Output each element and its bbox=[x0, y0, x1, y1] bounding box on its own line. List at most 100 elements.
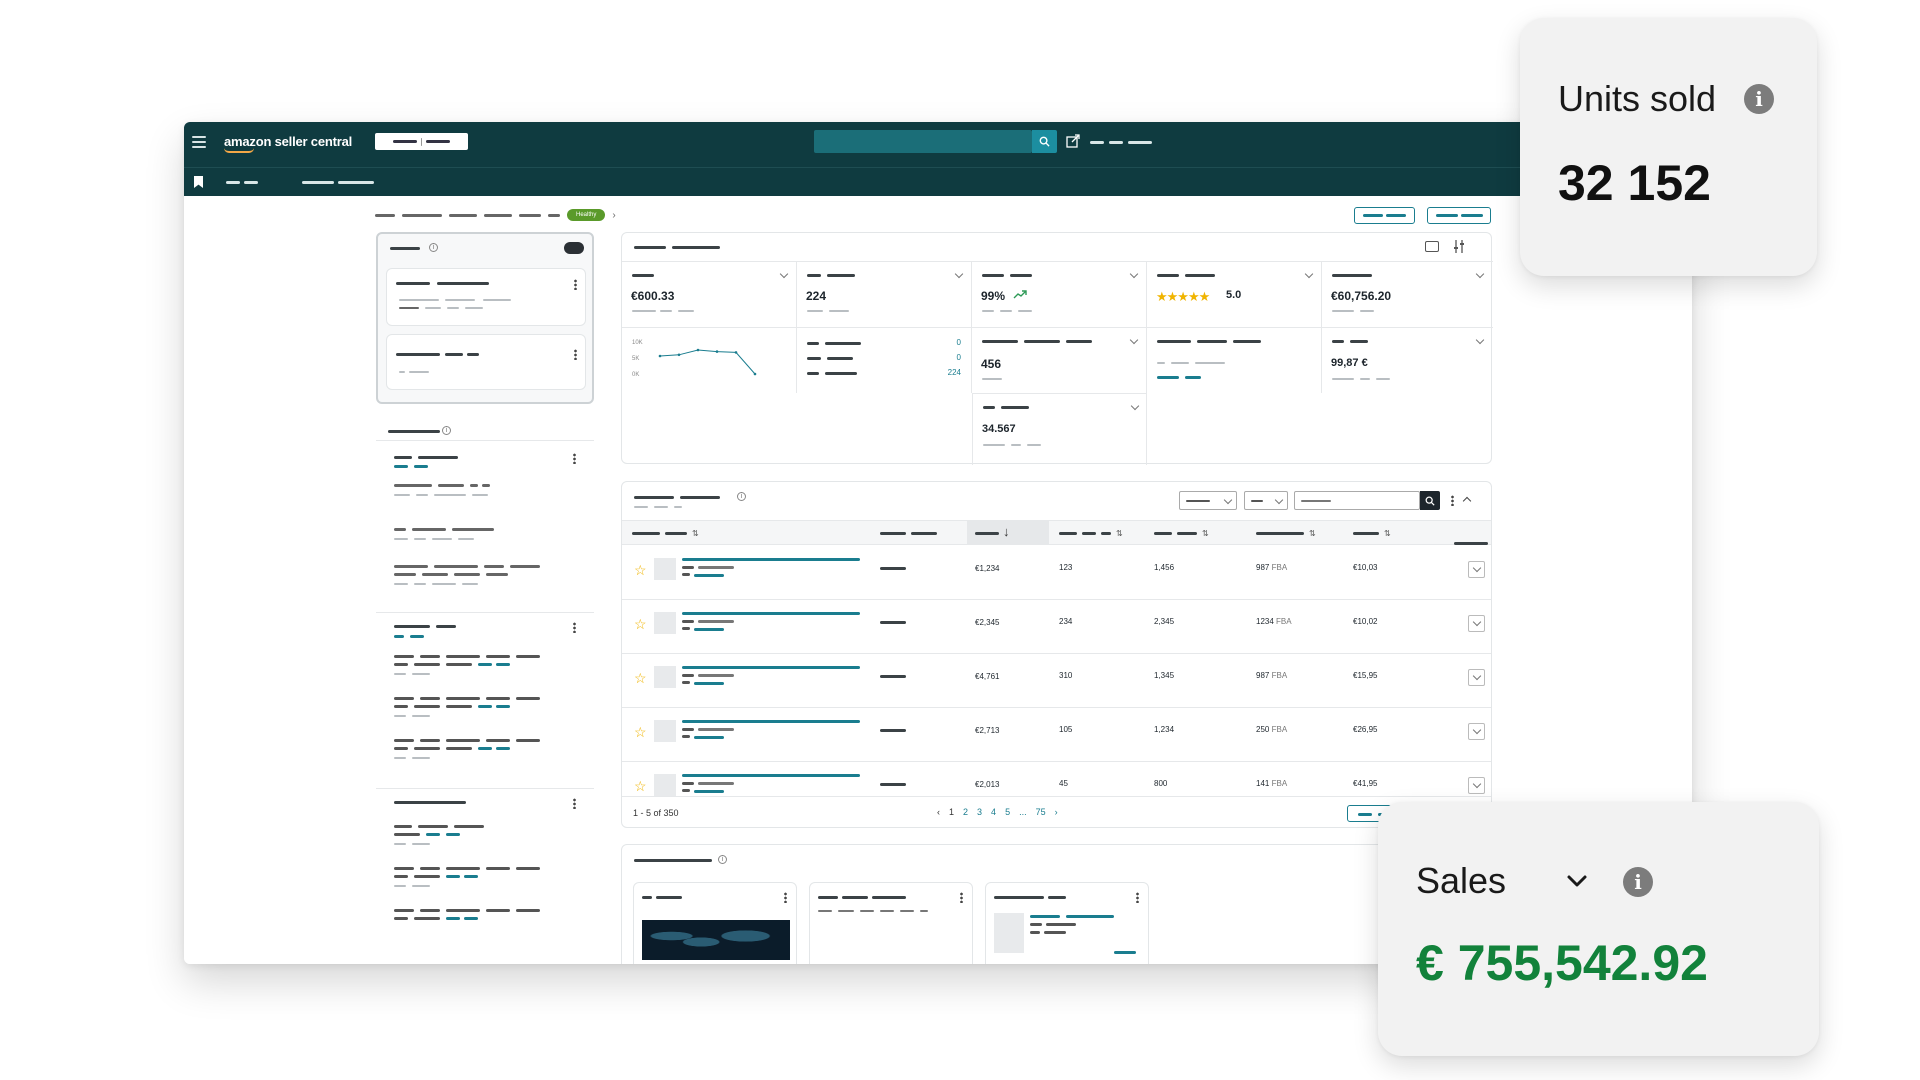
column-header-sales[interactable]: ⇅ bbox=[1154, 530, 1209, 538]
left-panel-card-top: i bbox=[376, 232, 594, 404]
more-options-icon[interactable] bbox=[573, 798, 576, 809]
product-thumbnail bbox=[654, 774, 676, 796]
more-options-icon[interactable] bbox=[574, 349, 577, 360]
kpi-tile-rate[interactable]: 99% bbox=[972, 261, 1147, 327]
info-icon[interactable]: i bbox=[1744, 84, 1774, 114]
kpi-tile-trend[interactable] bbox=[1147, 327, 1322, 393]
row-expand-button[interactable] bbox=[1468, 669, 1485, 686]
health-badge: Healthy bbox=[567, 209, 606, 221]
bookmark-link-1[interactable] bbox=[226, 181, 258, 184]
column-header-stock[interactable]: ⇅ bbox=[1256, 530, 1316, 538]
pagination-page[interactable]: 3 bbox=[977, 807, 982, 817]
bottom-card-map[interactable] bbox=[633, 882, 797, 964]
kpi-panel: €600.33 224 99% ★★★★★ 5.0 €60,756.20 10K… bbox=[621, 232, 1493, 465]
kpi-tile-sales-chart[interactable]: 10K 5K 0K bbox=[622, 327, 797, 393]
sales-card: Sales i € 755,542.92 bbox=[1378, 802, 1819, 1056]
series-line bbox=[659, 349, 756, 375]
pagination-ellipsis[interactable]: ... bbox=[1019, 807, 1027, 817]
kpi-tile-orders[interactable]: 224 bbox=[797, 261, 972, 327]
kpi-tile-views[interactable]: 34.567 bbox=[972, 393, 1147, 465]
favorite-star-icon[interactable]: ☆ bbox=[634, 562, 647, 579]
row-expand-button[interactable] bbox=[1468, 777, 1485, 794]
favorite-star-icon[interactable]: ☆ bbox=[634, 670, 647, 687]
bottom-card-list[interactable] bbox=[809, 882, 973, 964]
search-button[interactable] bbox=[1032, 130, 1057, 153]
table-search-input[interactable] bbox=[1294, 491, 1420, 510]
header-action-button-2[interactable] bbox=[1427, 207, 1491, 224]
info-icon[interactable]: i bbox=[737, 492, 746, 501]
left-list-item[interactable] bbox=[376, 440, 594, 590]
chevron-down-icon[interactable] bbox=[1566, 874, 1588, 888]
layout-toggle-icon[interactable] bbox=[1425, 241, 1439, 252]
fee-cell: €10,03 bbox=[1353, 563, 1378, 572]
left-list-item[interactable] bbox=[386, 334, 586, 390]
column-header-qty[interactable]: ⇅ bbox=[1059, 530, 1123, 538]
left-list-item[interactable] bbox=[376, 788, 594, 964]
pagination-prev-icon[interactable]: ‹ bbox=[937, 807, 940, 817]
column-header-fee[interactable]: ⇅ bbox=[1353, 530, 1391, 538]
row-expand-button[interactable] bbox=[1468, 615, 1485, 632]
filter-dropdown-1[interactable] bbox=[1179, 491, 1237, 510]
pagination-page[interactable]: 1 bbox=[949, 807, 954, 817]
collapse-icon[interactable] bbox=[1462, 496, 1472, 506]
row-expand-button[interactable] bbox=[1468, 723, 1485, 740]
app-logo[interactable]: amazon seller central bbox=[224, 134, 352, 153]
pagination-page[interactable]: 4 bbox=[991, 807, 996, 817]
menu-icon[interactable] bbox=[192, 136, 206, 148]
kpi-tile-sales[interactable]: €600.33 bbox=[622, 261, 797, 327]
table-row[interactable]: ☆ €4,761 310 1,345 987 FBA €15,95 bbox=[622, 654, 1491, 708]
table-row[interactable]: ☆ €2,345 234 2,345 1234 FBA €10,02 bbox=[622, 600, 1491, 654]
info-icon[interactable]: i bbox=[1623, 867, 1653, 897]
filter-dropdown-2[interactable] bbox=[1244, 491, 1288, 510]
kpi-tile-counts[interactable]: 0 0 224 bbox=[797, 327, 972, 393]
bookmark-link-2[interactable] bbox=[302, 181, 374, 184]
pagination-page[interactable]: 75 bbox=[1036, 807, 1046, 817]
kpi-tile-revenue[interactable]: €60,756.20 bbox=[1322, 261, 1493, 327]
stock-tag: FBA bbox=[1271, 725, 1288, 734]
more-options-icon[interactable] bbox=[574, 279, 577, 290]
more-options-icon[interactable] bbox=[1451, 495, 1454, 506]
table-body: ☆ €1,234 123 1,456 987 FBA €10,03 ☆ €2,345 234 2,… bbox=[622, 546, 1491, 796]
info-icon[interactable]: i bbox=[718, 855, 727, 864]
search-input[interactable] bbox=[814, 130, 1032, 153]
pagination-page[interactable]: 2 bbox=[963, 807, 968, 817]
left-list-item[interactable] bbox=[386, 268, 586, 326]
more-options-icon[interactable] bbox=[573, 453, 576, 464]
favorite-star-icon[interactable]: ☆ bbox=[634, 724, 647, 741]
column-header-price[interactable]: ↓ bbox=[967, 521, 1049, 545]
table-row[interactable]: ☆ €1,234 123 1,456 987 FBA €10,03 bbox=[622, 546, 1491, 600]
stock-cell: 141 FBA bbox=[1256, 779, 1287, 788]
more-options-icon[interactable] bbox=[784, 892, 787, 903]
more-options-icon[interactable] bbox=[573, 622, 576, 633]
bottom-card-product[interactable] bbox=[985, 882, 1149, 964]
stock-cell: 987 FBA bbox=[1256, 671, 1287, 680]
kpi-tile-avg-price[interactable]: 99,87 € bbox=[1322, 327, 1493, 393]
kpi-tile-rating[interactable]: ★★★★★ 5.0 bbox=[1147, 261, 1322, 327]
table-row[interactable]: ☆ €2,013 45 800 141 FBA €41,95 bbox=[622, 762, 1491, 796]
pagination-next-icon[interactable]: › bbox=[1055, 807, 1058, 817]
info-icon[interactable]: i bbox=[429, 243, 438, 252]
favorite-star-icon[interactable]: ☆ bbox=[634, 778, 647, 795]
table-row[interactable]: ☆ €2,713 105 1,234 250 FBA €26,95 bbox=[622, 708, 1491, 762]
settings-sliders-icon[interactable] bbox=[1453, 240, 1465, 253]
info-icon[interactable]: i bbox=[442, 426, 451, 435]
column-header-product[interactable]: ⇅ bbox=[632, 530, 699, 538]
external-link-icon[interactable] bbox=[1066, 134, 1080, 148]
more-options-icon[interactable] bbox=[1136, 892, 1139, 903]
bookmark-icon[interactable] bbox=[194, 176, 203, 188]
kpi-tile-units[interactable]: 456 bbox=[972, 327, 1147, 393]
row-expand-button[interactable] bbox=[1468, 561, 1485, 578]
favorite-star-icon[interactable]: ☆ bbox=[634, 616, 647, 633]
price-cell: €2,345 bbox=[975, 618, 1000, 627]
marketplace-selector[interactable] bbox=[375, 133, 468, 150]
left-list-item[interactable] bbox=[376, 612, 594, 788]
more-options-icon[interactable] bbox=[960, 892, 963, 903]
table-search-button[interactable] bbox=[1420, 491, 1440, 510]
column-header-sku[interactable] bbox=[880, 532, 937, 535]
toggle-switch[interactable] bbox=[564, 242, 584, 254]
top-nav-links[interactable] bbox=[1090, 141, 1152, 144]
sales-value: € 755,542.92 bbox=[1416, 935, 1708, 991]
product-thumbnail bbox=[654, 720, 676, 742]
header-action-button-1[interactable] bbox=[1354, 207, 1415, 224]
pagination-page[interactable]: 5 bbox=[1005, 807, 1010, 817]
